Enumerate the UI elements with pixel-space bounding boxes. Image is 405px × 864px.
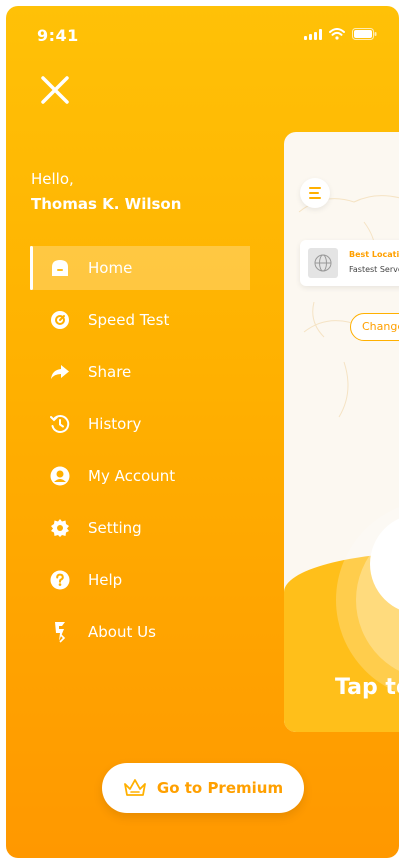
history-icon <box>50 414 70 434</box>
menu-item-label: Home <box>88 259 133 277</box>
close-button[interactable] <box>38 73 72 107</box>
greeting-hello: Hello, <box>31 170 74 188</box>
side-menu: Home Speed Test Share History My Account <box>30 246 250 662</box>
location-subtitle: Fastest Server <box>349 265 399 274</box>
menu-item-label: History <box>88 415 142 433</box>
gear-icon <box>50 518 70 538</box>
globe-icon <box>308 248 338 278</box>
menu-item-label: Speed Test <box>88 311 170 329</box>
menu-item-speed-test[interactable]: Speed Test <box>30 298 250 342</box>
status-time: 9:41 <box>37 26 79 45</box>
wifi-icon <box>329 28 345 40</box>
menu-item-history[interactable]: History <box>30 402 250 446</box>
menu-item-label: Help <box>88 571 123 589</box>
close-icon <box>41 76 69 104</box>
menu-item-setting[interactable]: Setting <box>30 506 250 550</box>
main-screen-preview[interactable]: Best Location Fastest Server Change Tap … <box>284 132 399 732</box>
account-icon <box>50 466 70 486</box>
go-premium-button[interactable]: Go to Premium <box>102 763 304 813</box>
menu-item-label: My Account <box>88 467 176 485</box>
menu-item-home[interactable]: Home <box>30 246 250 290</box>
menu-item-about-us[interactable]: About Us <box>30 610 250 654</box>
menu-item-label: Setting <box>88 519 142 537</box>
share-icon <box>50 362 70 382</box>
help-icon <box>50 570 70 590</box>
user-name: Thomas K. Wilson <box>31 195 182 213</box>
go-premium-label: Go to Premium <box>156 779 284 797</box>
menu-item-label: Share <box>88 363 132 381</box>
home-icon <box>50 258 70 278</box>
logo-icon <box>50 622 70 643</box>
battery-icon <box>352 28 377 40</box>
speedometer-icon <box>50 310 70 330</box>
signal-icon <box>304 28 322 40</box>
menu-item-my-account[interactable]: My Account <box>30 454 250 498</box>
tap-to-connect-text: Tap to <box>335 675 399 700</box>
menu-item-share[interactable]: Share <box>30 350 250 394</box>
menu-item-help[interactable]: Help <box>30 558 250 602</box>
status-icons <box>304 28 377 40</box>
crown-icon <box>124 779 146 796</box>
change-location-button[interactable]: Change <box>350 313 399 341</box>
location-card[interactable]: Best Location Fastest Server <box>300 240 399 286</box>
hamburger-button[interactable] <box>300 178 330 208</box>
world-map <box>298 195 399 418</box>
side-menu-screen: 9:41 Hello, Thomas K. Wilson Home Speed … <box>6 6 399 858</box>
greeting: Hello, Thomas K. Wilson <box>31 169 181 214</box>
location-title: Best Location <box>349 250 399 259</box>
menu-item-label: About Us <box>88 623 156 641</box>
